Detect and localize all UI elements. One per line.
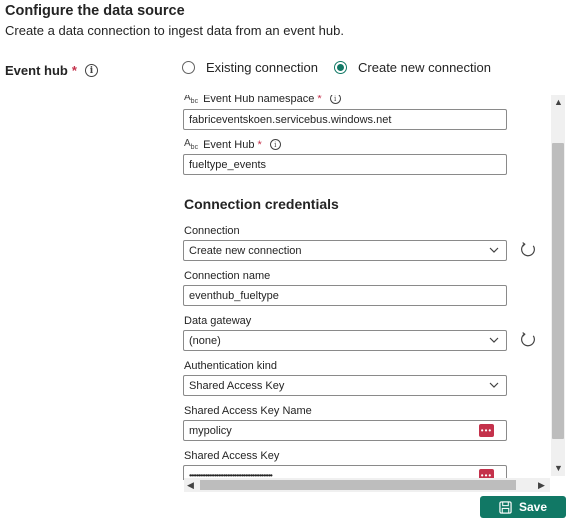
auth-kind-select[interactable]: Shared Access Key bbox=[183, 375, 507, 396]
save-icon bbox=[499, 500, 512, 514]
info-icon[interactable]: i bbox=[84, 64, 98, 77]
namespace-label-text: Event Hub namespace bbox=[203, 95, 315, 105]
create-new-connection-label[interactable]: Create new connection bbox=[358, 60, 491, 75]
event-hub-label-text: Event hub bbox=[5, 63, 68, 78]
horizontal-scrollbar[interactable]: ◀ ▶ bbox=[184, 478, 550, 492]
connection-name-label: Connection name bbox=[184, 270, 271, 282]
existing-connection-radio[interactable] bbox=[182, 61, 195, 74]
create-new-connection-radio[interactable] bbox=[334, 61, 348, 74]
required-marker: * bbox=[317, 95, 322, 105]
connection-select[interactable]: Create new connection bbox=[183, 240, 507, 261]
info-icon[interactable]: i bbox=[329, 95, 341, 104]
vertical-scroll-thumb[interactable] bbox=[552, 143, 564, 439]
namespace-input[interactable]: fabriceventskoen.servicebus.windows.net bbox=[183, 109, 507, 130]
password-manager-icon[interactable]: ••• bbox=[479, 424, 494, 437]
save-button[interactable]: Save bbox=[480, 496, 566, 518]
radio-selected-dot bbox=[337, 64, 345, 71]
page-title: Configure the data source bbox=[5, 3, 185, 19]
event-hub-name-label-text: Event Hub bbox=[203, 138, 255, 151]
scroll-left-icon[interactable]: ◀ bbox=[187, 480, 194, 491]
page-subtitle: Create a data connection to ingest data … bbox=[5, 23, 344, 38]
scroll-right-icon[interactable]: ▶ bbox=[538, 480, 545, 491]
info-icon[interactable]: i bbox=[269, 139, 281, 150]
connection-label: Connection bbox=[184, 225, 240, 237]
abc-text-icon: Abc bbox=[184, 95, 199, 105]
data-gateway-select[interactable]: (none) bbox=[183, 330, 507, 351]
abc-text-icon: Abc bbox=[184, 138, 199, 151]
existing-connection-label[interactable]: Existing connection bbox=[206, 60, 318, 75]
sak-name-input[interactable]: mypolicy ••• bbox=[183, 420, 507, 441]
auth-kind-select-value: Shared Access Key bbox=[189, 379, 285, 392]
refresh-icon[interactable] bbox=[520, 241, 537, 258]
chevron-down-icon bbox=[489, 382, 499, 388]
sak-name-label: Shared Access Key Name bbox=[184, 405, 312, 417]
scroll-up-icon[interactable]: ▲ bbox=[554, 97, 563, 107]
connection-credentials-heading: Connection credentials bbox=[184, 196, 339, 212]
chevron-down-icon bbox=[489, 247, 499, 253]
horizontal-scroll-thumb[interactable] bbox=[200, 480, 516, 490]
auth-kind-label: Authentication kind bbox=[184, 360, 277, 372]
data-gateway-label: Data gateway bbox=[184, 315, 252, 327]
required-marker: * bbox=[257, 138, 262, 151]
sak-label: Shared Access Key bbox=[184, 450, 280, 462]
sak-name-value: mypolicy bbox=[189, 424, 232, 437]
chevron-down-icon bbox=[489, 337, 499, 343]
connection-name-input[interactable]: eventhub_fueltype bbox=[183, 285, 507, 306]
vertical-scrollbar[interactable]: ▲ ▼ bbox=[551, 95, 565, 476]
data-gateway-select-value: (none) bbox=[189, 334, 221, 347]
connection-select-value: Create new connection bbox=[189, 244, 302, 257]
refresh-icon[interactable] bbox=[520, 331, 537, 348]
namespace-label: Abc Event Hub namespace * i bbox=[184, 95, 341, 105]
event-hub-radio-group: Existing connection Create new connectio… bbox=[182, 60, 491, 75]
event-hub-label: Event hub * i bbox=[5, 63, 98, 78]
save-button-label: Save bbox=[518, 500, 548, 514]
event-hub-name-input[interactable]: fueltype_events bbox=[183, 154, 507, 175]
form-scroll-area[interactable]: Abc Event Hub namespace * i fabricevents… bbox=[176, 95, 565, 493]
required-marker: * bbox=[71, 63, 77, 78]
scroll-down-icon[interactable]: ▼ bbox=[554, 463, 563, 473]
event-hub-name-label: Abc Event Hub * i bbox=[184, 138, 281, 151]
form-content: Abc Event Hub namespace * i fabricevents… bbox=[176, 95, 550, 480]
